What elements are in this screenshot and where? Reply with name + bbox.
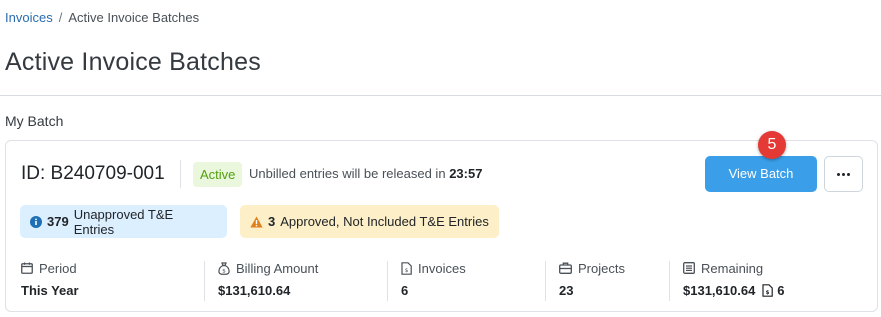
stat-period-label: Period [39,260,77,276]
stat-invoices-value: 6 [401,283,409,298]
batch-stats: Period This Year $ Billing Amount $131,6… [6,251,879,307]
stat-remaining-invoices: $ 6 [762,283,785,298]
more-horizontal-icon [837,172,850,176]
more-options-button[interactable] [824,156,863,192]
view-batch-button[interactable]: View Batch [705,156,817,192]
breadcrumb-invoices-link[interactable]: Invoices [5,10,53,25]
invoice-document-icon: $ [762,284,774,297]
status-badge: Active [193,162,243,187]
stat-divider [545,261,546,301]
breadcrumb-current: Active Invoice Batches [68,10,200,25]
unapproved-count: 379 [47,214,69,229]
stat-remaining-row: $131,610.64 $ 6 [683,283,785,298]
stat-period: Period This Year [21,259,79,299]
stat-divider [387,261,388,301]
release-time: 23:57 [449,166,483,181]
release-countdown: Unbilled entries will be released in 23:… [249,166,482,181]
stat-remaining-count: 6 [777,283,785,298]
section-label: My Batch [5,113,64,129]
batch-id: ID: B240709-001 [21,163,165,184]
approved-count: 3 [268,214,276,229]
batch-card: ID: B240709-001 Active Unbilled entries … [5,131,879,312]
invoice-document-icon: $ [401,261,412,275]
stat-billing-amount: $ Billing Amount $131,610.64 [218,259,319,299]
ledger-icon [683,262,695,274]
approved-not-included-alert[interactable]: 3 Approved, Not Included T&E Entries [240,205,499,238]
header-divider [180,160,181,188]
svg-text:$: $ [766,290,770,296]
stat-invoices-label: Invoices [418,260,466,276]
money-bag-icon: $ [218,261,230,275]
stat-projects: Projects 23 [559,259,625,299]
breadcrumb-separator: / [58,10,63,25]
release-prefix: Unbilled entries will be released in [249,166,446,181]
unapproved-entries-alert[interactable]: 379 Unapproved T&E Entries [20,205,227,238]
stat-period-value: This Year [21,283,79,298]
calendar-icon [21,262,33,274]
stat-projects-label: Projects [578,260,625,276]
info-circle-icon [30,215,42,228]
page-title: Active Invoice Batches [5,48,261,76]
svg-text:$: $ [222,268,226,274]
stat-remaining-value: $131,610.64 [683,283,756,298]
unapproved-label: Unapproved T&E Entries [73,206,174,237]
stat-divider [204,261,205,301]
warning-triangle-icon [250,216,263,228]
svg-text:$: $ [405,268,409,274]
step-marker: 5 [758,131,786,159]
stat-remaining-label: Remaining [701,260,764,276]
stat-remaining: Remaining $131,610.64 $ 6 [683,259,785,299]
approved-label: Approved, Not Included T&E Entries [280,214,489,229]
stat-billing-label: Billing Amount [236,260,319,276]
stat-billing-value: $131,610.64 [218,283,291,298]
stat-projects-value: 23 [559,283,574,298]
breadcrumb: Invoices / Active Invoice Batches [5,10,199,25]
stat-invoices: $ Invoices 6 [401,259,466,299]
stat-divider [669,261,670,301]
title-divider [0,95,881,96]
briefcase-icon [559,262,572,274]
